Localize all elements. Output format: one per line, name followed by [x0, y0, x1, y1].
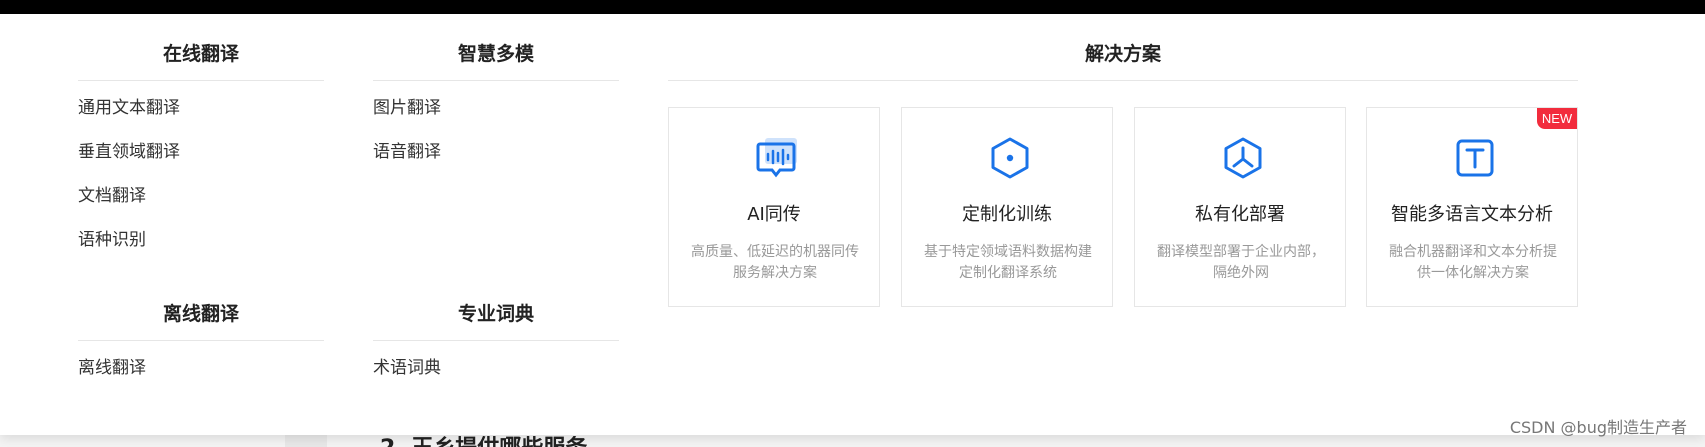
card-description: 融合机器翻译和文本分析提供一体化解决方案 [1389, 244, 1557, 281]
text-t-icon [1456, 139, 1494, 177]
menu-item-offline-translation[interactable]: 离线翻译 [78, 358, 324, 402]
new-badge: NEW [1537, 108, 1577, 129]
dropdown-mega-menu: 在线翻译 通用文本翻译 垂直领域翻译 文档翻译 语种识别 智慧多模 图片翻译 语… [0, 14, 1705, 435]
speech-bubble-waveform-icon [756, 138, 797, 178]
online-translation-column: 在线翻译 通用文本翻译 垂直领域翻译 文档翻译 语种识别 [78, 28, 324, 274]
card-description: 翻译模型部署于企业内部，隔绝外网 [1157, 244, 1325, 281]
menu-item-general-text-translation[interactable]: 通用文本翻译 [78, 98, 324, 142]
menu-item-vertical-domain-translation[interactable]: 垂直领域翻译 [78, 142, 324, 186]
csdn-watermark: CSDN @bug制造生产者 [1509, 418, 1687, 437]
online-translation-title: 在线翻译 [162, 43, 239, 65]
card-title: 私有化部署 [1195, 204, 1285, 225]
menu-item-terminology-dictionary[interactable]: 术语词典 [373, 358, 619, 402]
menu-item-language-detection[interactable]: 语种识别 [78, 230, 324, 274]
solution-card-text-analysis[interactable]: NEW 智能多语言文本分析 融合机器翻译和文本分析提供一体化解决方案 [1366, 107, 1578, 307]
top-black-bar [0, 0, 1705, 14]
page-sidebar-edge [285, 435, 327, 447]
offline-translation-title: 离线翻译 [162, 303, 239, 325]
solutions-column: 解决方案 [668, 28, 1578, 81]
menu-item-speech-translation[interactable]: 语音翻译 [373, 142, 619, 186]
menu-item-image-translation[interactable]: 图片翻译 [373, 98, 619, 142]
dictionary-column: 专业词典 术语词典 [373, 288, 619, 402]
multimodal-title: 智慧多模 [457, 43, 534, 65]
menu-item-document-translation[interactable]: 文档翻译 [78, 186, 324, 230]
dictionary-title: 专业词典 [457, 303, 534, 325]
card-description: 高质量、低延迟的机器同传服务解决方案 [691, 244, 859, 281]
card-title: 定制化训练 [962, 204, 1052, 225]
network-hexagon-icon [1224, 137, 1262, 179]
hexagon-dot-icon [991, 137, 1029, 179]
card-title: 智能多语言文本分析 [1391, 204, 1553, 225]
multimodal-column: 智慧多模 图片翻译 语音翻译 [373, 28, 619, 186]
offline-translation-column: 离线翻译 离线翻译 [78, 288, 324, 402]
page-background-below [0, 435, 1705, 447]
solution-card-private-deployment[interactable]: 私有化部署 翻译模型部署于企业内部，隔绝外网 [1134, 107, 1346, 307]
solution-card-custom-training[interactable]: 定制化训练 基于特定领域语料数据构建定制化翻译系统 [901, 107, 1113, 307]
card-description: 基于特定领域语料数据构建定制化翻译系统 [924, 244, 1092, 281]
divider [668, 80, 1578, 81]
card-title: AI同传 [747, 204, 801, 225]
solution-card-ai-interpretation[interactable]: AI同传 高质量、低延迟的机器同传服务解决方案 [668, 107, 880, 307]
solution-cards: AI同传 高质量、低延迟的机器同传服务解决方案 定制化训练 基于特定领域语料数据… [668, 107, 1578, 307]
solutions-title: 解决方案 [1084, 43, 1161, 65]
page-section-heading: 2. 玉乡提供哪些服务 [380, 436, 587, 447]
